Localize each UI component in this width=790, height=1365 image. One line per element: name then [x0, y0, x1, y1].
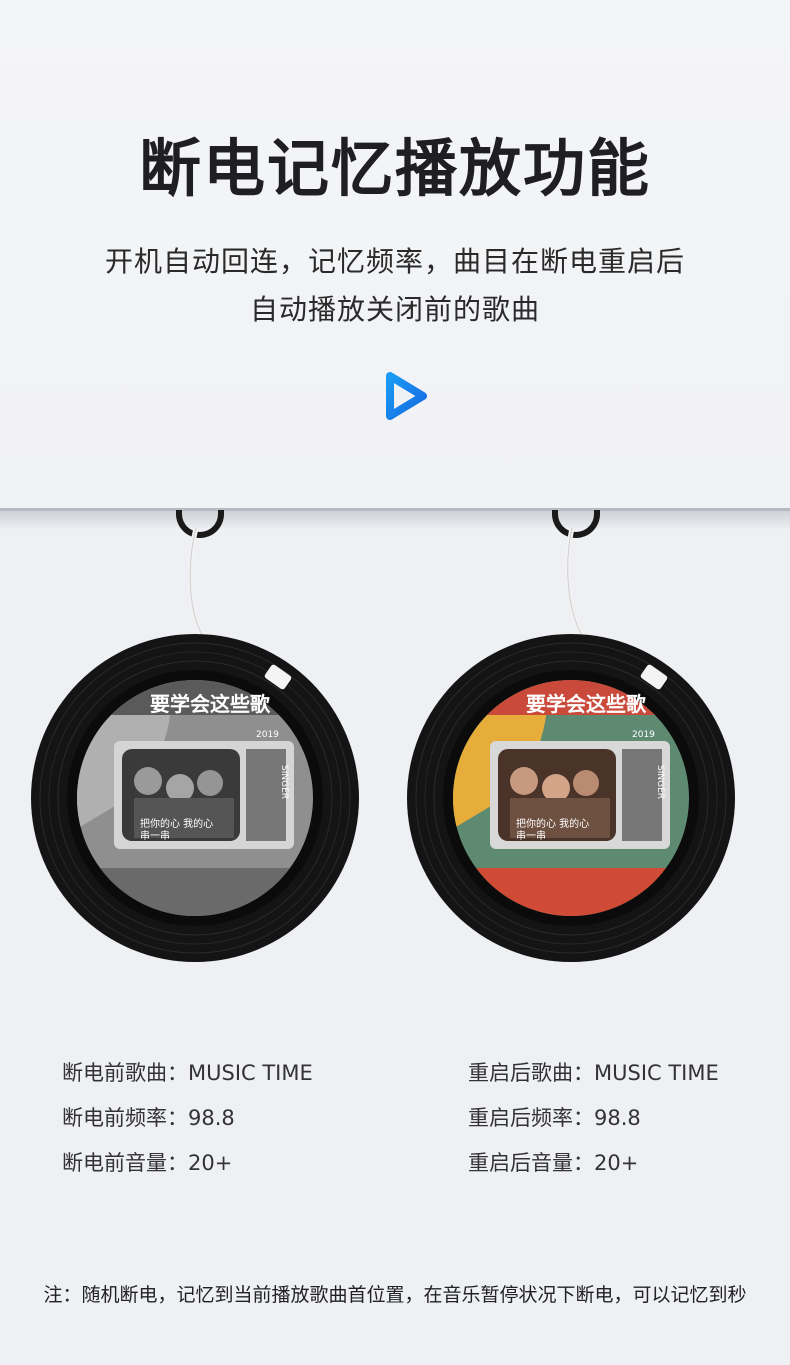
- info-row-song: 断电前歌曲：MUSIC TIME: [62, 1051, 313, 1096]
- wall-hook-right: [552, 510, 600, 538]
- screen-banner-text: 要学会这些歌: [150, 692, 271, 716]
- info-label: 重启后歌曲：: [468, 1061, 594, 1085]
- subtitle-line-1: 开机自动回连，记忆频率，曲目在断电重启后: [104, 245, 685, 278]
- screen-side-text: SINGER: [279, 765, 289, 799]
- info-label: 重启后频率：: [468, 1106, 594, 1130]
- vinyl-player-after: 要学会这些歌 2019 SINGER 把你的心 我的心 串一串: [406, 633, 736, 963]
- wall-hook-left: [176, 510, 224, 538]
- screen-year: 2019: [256, 730, 279, 740]
- footer-note: 注：随机断电，记忆到当前播放歌曲首位置，在音乐暂停状况下断电，可以记忆到秒: [43, 1284, 747, 1306]
- shelf-edge: [0, 508, 790, 511]
- info-value: 20+: [594, 1151, 639, 1175]
- screen-banner-text: 要学会这些歌: [526, 692, 647, 716]
- screen-caption-line-1: 把你的心 我的心: [516, 817, 589, 830]
- screen-caption-line-2: 串一串: [516, 830, 546, 842]
- screen-caption-line-2: 串一串: [140, 830, 170, 842]
- info-before: 断电前歌曲：MUSIC TIME 断电前频率：98.8 断电前音量：20+: [62, 1051, 313, 1186]
- info-after: 重启后歌曲：MUSIC TIME 重启后频率：98.8 重启后音量：20+: [468, 1051, 719, 1186]
- info-label: 断电前频率：: [62, 1106, 188, 1130]
- info-label: 断电前歌曲：: [62, 1061, 188, 1085]
- screen-year: 2019: [632, 730, 655, 740]
- info-value: 98.8: [188, 1106, 235, 1130]
- info-label: 断电前音量：: [62, 1151, 188, 1175]
- info-label: 重启后音量：: [468, 1151, 594, 1175]
- screen-caption-line-1: 把你的心 我的心: [140, 817, 213, 830]
- info-row-frequency: 断电前频率：98.8: [62, 1096, 313, 1141]
- info-value: MUSIC TIME: [594, 1061, 719, 1085]
- vinyl-player-before: 要学会这些歌 2019 SINGER 把你的心 我的心 串一串: [30, 633, 360, 963]
- info-row-song: 重启后歌曲：MUSIC TIME: [468, 1051, 719, 1096]
- info-row-volume: 重启后音量：20+: [468, 1141, 719, 1186]
- subtitle-line-2: 自动播放关闭前的歌曲: [249, 293, 540, 326]
- screen-side-text: SINGER: [655, 765, 665, 799]
- info-row-volume: 断电前音量：20+: [62, 1141, 313, 1186]
- play-triangle-icon: [386, 372, 427, 420]
- wall-shelf: [0, 508, 790, 530]
- page-subtitle: 开机自动回连，记忆频率，曲目在断电重启后 自动播放关闭前的歌曲: [0, 238, 790, 334]
- info-row-frequency: 重启后频率：98.8: [468, 1096, 719, 1141]
- page-title: 断电记忆播放功能: [138, 132, 651, 205]
- info-value: 20+: [188, 1151, 233, 1175]
- info-value: 98.8: [594, 1106, 641, 1130]
- info-value: MUSIC TIME: [188, 1061, 313, 1085]
